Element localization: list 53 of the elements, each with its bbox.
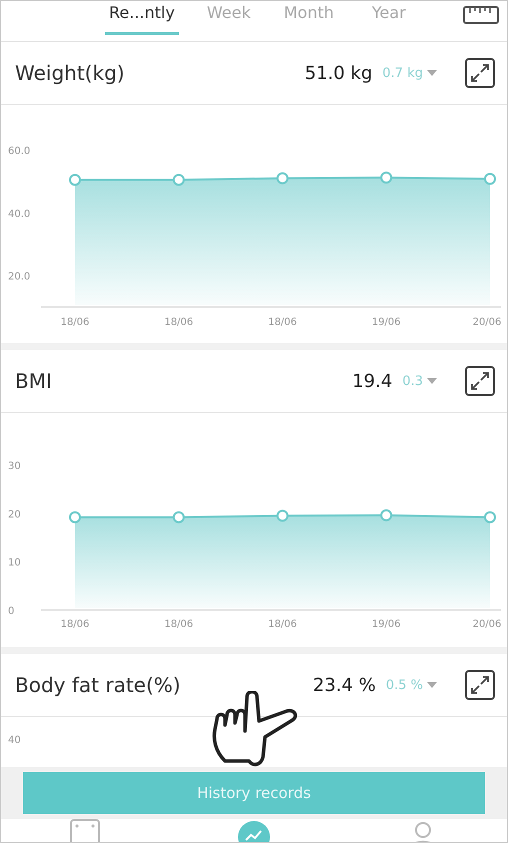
x-axis-label: 18/06	[164, 619, 194, 630]
history-records-button[interactable]: History records	[23, 772, 485, 814]
caret-icon	[427, 682, 437, 688]
y-axis-label: 40.0	[8, 208, 30, 220]
period-tab[interactable]: Year	[358, 1, 419, 35]
caret-icon	[427, 378, 437, 384]
expand-icon	[470, 675, 490, 695]
measurement-value: 19.4	[352, 370, 392, 392]
data-point	[380, 509, 392, 522]
period-tab[interactable]: Re...ntly	[105, 1, 179, 35]
data-point	[276, 172, 288, 184]
section-title: Weight(kg)	[15, 61, 126, 85]
x-axis-label: 18/06	[268, 619, 297, 630]
y-axis-label: 60.0	[8, 146, 30, 157]
x-axis-label: 20/06	[472, 317, 502, 328]
y-axis-label: 20.0	[8, 272, 30, 283]
data-point	[172, 511, 185, 524]
x-axis-label: 18/06	[60, 619, 90, 630]
expand-button[interactable]	[465, 366, 495, 396]
scale-icon	[70, 819, 100, 842]
y-axis-label: 40	[8, 735, 21, 746]
data-point	[276, 510, 288, 522]
period-tab[interactable]: Week	[198, 1, 259, 35]
section-title: Body fat rate(%)	[15, 673, 182, 697]
y-axis-label: 30	[8, 461, 21, 472]
change-value: 0.3	[402, 374, 423, 388]
y-axis-label: 10	[8, 558, 21, 569]
y-axis-label: 0	[8, 606, 14, 617]
expand-icon	[470, 63, 490, 83]
data-point	[69, 174, 81, 186]
measurement-value: 23.4 %	[312, 674, 376, 696]
x-axis-label: 18/06	[60, 317, 90, 328]
data-point	[172, 174, 185, 186]
change-value: 0.7 kg	[382, 66, 423, 80]
change-value: 0.5 %	[386, 678, 423, 692]
data-point	[69, 511, 81, 524]
expand-icon	[470, 371, 490, 391]
data-point	[484, 172, 496, 185]
y-axis-label: 20	[8, 509, 21, 520]
caret-icon	[427, 70, 437, 76]
section-title: BMI	[15, 369, 53, 393]
x-axis-label: 20/06	[472, 619, 502, 630]
x-axis-label: 19/06	[372, 619, 401, 630]
period-tab[interactable]: Month	[278, 1, 339, 35]
data-point	[380, 172, 392, 184]
data-point	[484, 511, 496, 524]
x-axis-label: 18/06	[164, 317, 194, 328]
ruler-icon[interactable]	[463, 5, 499, 25]
expand-button[interactable]	[465, 58, 495, 88]
x-axis-label: 18/06	[268, 317, 297, 328]
measurement-value: 51.0 kg	[304, 62, 372, 84]
x-axis-label: 19/06	[372, 317, 401, 328]
expand-button[interactable]	[465, 670, 495, 700]
